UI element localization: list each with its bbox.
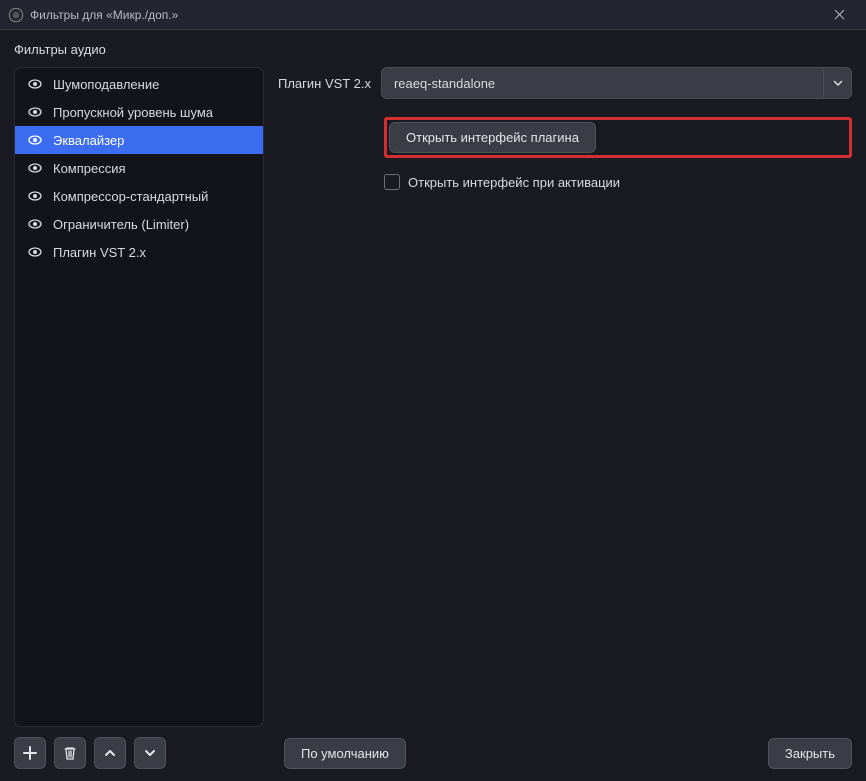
filter-item-label: Эквалайзер xyxy=(53,133,124,148)
plus-icon xyxy=(22,745,38,761)
open-on-activate-label: Открыть интерфейс при активации xyxy=(408,175,620,190)
footer-bar: По умолчанию Закрыть xyxy=(0,727,866,781)
open-on-activate-checkbox[interactable] xyxy=(384,174,400,190)
section-label-audio-filters: Фильтры аудио xyxy=(0,30,866,67)
window-close-button[interactable] xyxy=(820,1,858,29)
filter-item[interactable]: Ограничитель (Limiter) xyxy=(15,210,263,238)
add-filter-button[interactable] xyxy=(14,737,46,769)
move-filter-down-button[interactable] xyxy=(134,737,166,769)
plugin-select-label: Плагин VST 2.x xyxy=(278,76,371,91)
filter-item[interactable]: Компрессор-стандартный xyxy=(15,182,263,210)
move-filter-up-button[interactable] xyxy=(94,737,126,769)
filter-item-label: Пропускной уровень шума xyxy=(53,105,213,120)
titlebar: Фильтры для «Микр./доп.» xyxy=(0,0,866,30)
filter-item[interactable]: Пропускной уровень шума xyxy=(15,98,263,126)
filter-item[interactable]: Шумоподавление xyxy=(15,70,263,98)
close-icon xyxy=(834,9,845,20)
plugin-select-row: Плагин VST 2.x reaeq-standalone xyxy=(278,67,852,99)
eye-icon[interactable] xyxy=(27,244,43,260)
filter-item-label: Плагин VST 2.x xyxy=(53,245,146,260)
chevron-up-icon xyxy=(102,745,118,761)
caret-down-icon xyxy=(823,68,851,98)
filter-settings-panel: Плагин VST 2.x reaeq-standalone Открыть … xyxy=(278,67,852,727)
filter-item[interactable]: Эквалайзер xyxy=(15,126,263,154)
delete-filter-button[interactable] xyxy=(54,737,86,769)
chevron-down-icon xyxy=(142,745,158,761)
highlight-annotation: Открыть интерфейс плагина xyxy=(384,117,852,158)
eye-icon[interactable] xyxy=(27,104,43,120)
plugin-select[interactable]: reaeq-standalone xyxy=(381,67,852,99)
content-area: Шумоподавление Пропускной уровень шума Э… xyxy=(0,67,866,727)
filter-item-label: Компрессия xyxy=(53,161,126,176)
eye-icon[interactable] xyxy=(27,132,43,148)
close-button[interactable]: Закрыть xyxy=(768,738,852,769)
filter-item[interactable]: Компрессия xyxy=(15,154,263,182)
filter-item-label: Компрессор-стандартный xyxy=(53,189,208,204)
open-plugin-interface-button[interactable]: Открыть интерфейс плагина xyxy=(389,122,596,153)
window-title: Фильтры для «Микр./доп.» xyxy=(30,8,820,22)
trash-icon xyxy=(62,745,78,761)
filter-item-label: Шумоподавление xyxy=(53,77,159,92)
plugin-select-value: reaeq-standalone xyxy=(382,68,823,98)
eye-icon[interactable] xyxy=(27,188,43,204)
eye-icon[interactable] xyxy=(27,160,43,176)
eye-icon[interactable] xyxy=(27,76,43,92)
filter-list: Шумоподавление Пропускной уровень шума Э… xyxy=(15,68,263,268)
filter-list-panel: Шумоподавление Пропускной уровень шума Э… xyxy=(14,67,264,727)
eye-icon[interactable] xyxy=(27,216,43,232)
defaults-button[interactable]: По умолчанию xyxy=(284,738,406,769)
open-on-activate-row: Открыть интерфейс при активации xyxy=(384,174,852,190)
filter-item-label: Ограничитель (Limiter) xyxy=(53,217,189,232)
obs-logo-icon xyxy=(8,7,24,23)
filter-item[interactable]: Плагин VST 2.x xyxy=(15,238,263,266)
